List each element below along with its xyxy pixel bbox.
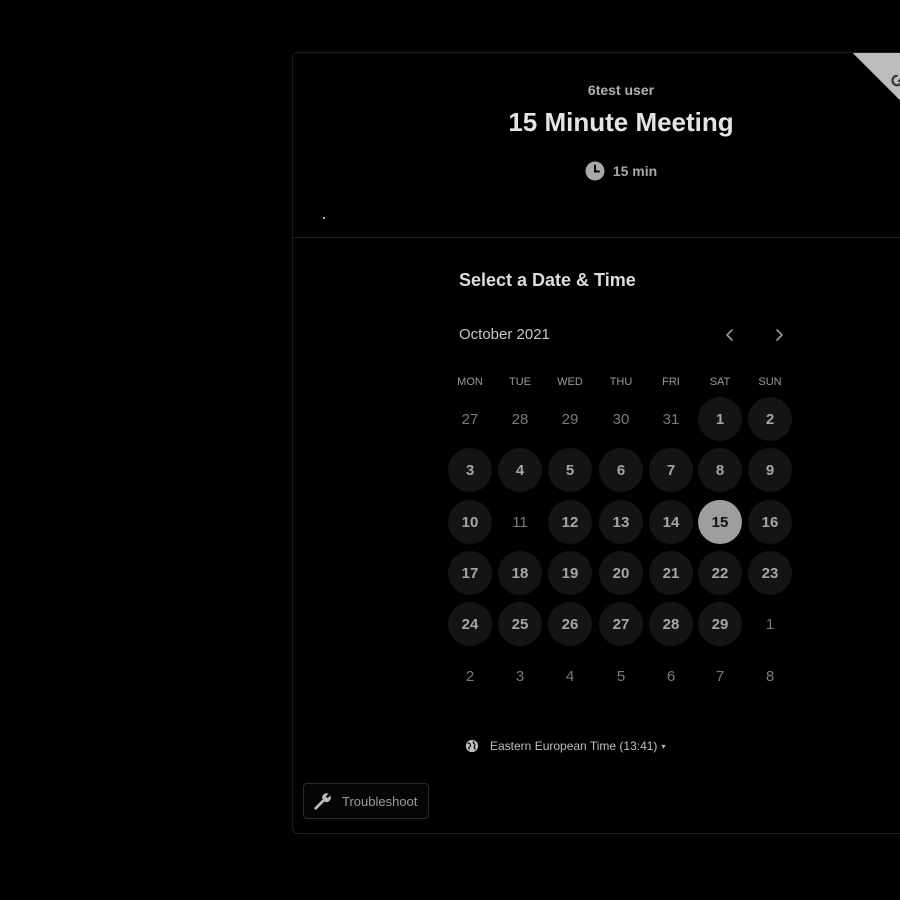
calendar-day: 1: [765, 615, 775, 633]
weekday-2: WED: [557, 376, 583, 388]
calendar-day: 31: [662, 410, 680, 428]
calendar-day: 28: [511, 410, 529, 428]
weekday-5: SAT: [709, 376, 731, 388]
calendar-day: 27: [461, 410, 479, 428]
event-title: 15 Minute Meeting: [508, 107, 734, 137]
timezone-label: Eastern European Time (13:41): [490, 739, 658, 753]
calendar-day[interactable]: 8: [698, 448, 742, 492]
calendar-day[interactable]: 18: [498, 551, 542, 595]
calendar-day[interactable]: 14: [649, 500, 693, 544]
calendar-day[interactable]: 3: [448, 448, 492, 492]
month-label: October 2021: [459, 326, 550, 343]
timezone-selector[interactable]: Eastern European Time (13:41) ▾: [465, 739, 665, 753]
calendar-day[interactable]: 20: [599, 551, 643, 595]
calendar-day: 11: [512, 513, 528, 531]
calendar-day[interactable]: 13: [599, 500, 643, 544]
calendar-day[interactable]: 24: [448, 602, 492, 646]
calendar-day[interactable]: 2: [748, 397, 792, 441]
troubleshoot-label: Troubleshoot: [342, 793, 418, 809]
event-duration: 15 min: [293, 161, 900, 181]
calendar-day: 7: [715, 667, 725, 685]
calendar-day[interactable]: 12: [548, 500, 592, 544]
calendar-day: 8: [765, 667, 775, 685]
weekday-0: MON: [457, 376, 483, 388]
calendar-day: 30: [612, 410, 630, 428]
calendar-day[interactable]: 25: [498, 602, 542, 646]
calendar-day[interactable]: 7: [649, 448, 693, 492]
calendar-day: 5: [616, 667, 626, 685]
caret-down-icon: ▾: [661, 741, 666, 751]
globe-icon: [465, 739, 479, 753]
weekday-6: SUN: [758, 376, 782, 388]
calendar-day[interactable]: 22: [698, 551, 742, 595]
calendar-day[interactable]: 16: [748, 500, 792, 544]
event-header: 6test user 15 Minute Meeting 15 min: [293, 53, 900, 238]
event-owner-name: 6test user: [587, 82, 655, 98]
calendar-day[interactable]: 29: [698, 602, 742, 646]
clock-icon: [585, 161, 605, 181]
calendar-day[interactable]: 28: [649, 602, 693, 646]
calendar-day[interactable]: 17: [448, 551, 492, 595]
event-duration-label: 15 min: [612, 163, 658, 179]
troubleshoot-button[interactable]: Troubleshoot: [303, 783, 429, 819]
calendar-day[interactable]: 23: [748, 551, 792, 595]
calendar-day[interactable]: 10: [448, 500, 492, 544]
calendar-day[interactable]: 26: [548, 602, 592, 646]
calendar-day[interactable]: 4: [498, 448, 542, 492]
calendar-day: 6: [666, 667, 676, 685]
calendar-day[interactable]: 27: [599, 602, 643, 646]
calendar-day[interactable]: 21: [649, 551, 693, 595]
weekday-1: TUE: [509, 376, 531, 388]
weekday-4: FRI: [662, 376, 680, 388]
booking-card: ↺ 6test user 15 Minute Meeting 15 min Se…: [292, 52, 900, 834]
calendar-day: 4: [565, 667, 575, 685]
calendar-day-selected[interactable]: 15: [698, 500, 742, 544]
calendar-day: 29: [561, 410, 579, 428]
chevron-left-icon[interactable]: [718, 323, 742, 347]
calendar-day: 3: [515, 667, 525, 685]
wrench-icon: [314, 793, 331, 810]
weekday-3: THU: [609, 376, 633, 388]
chevron-right-icon[interactable]: [767, 323, 791, 347]
calendar-day[interactable]: 9: [748, 448, 792, 492]
calendar-day[interactable]: 6: [599, 448, 643, 492]
calendar-day[interactable]: 19: [548, 551, 592, 595]
section-title: Select a Date & Time: [459, 270, 636, 290]
calendar-day[interactable]: 1: [698, 397, 742, 441]
calendar-day: 2: [465, 667, 475, 685]
calendar-day[interactable]: 5: [548, 448, 592, 492]
description-dot: [323, 217, 325, 219]
